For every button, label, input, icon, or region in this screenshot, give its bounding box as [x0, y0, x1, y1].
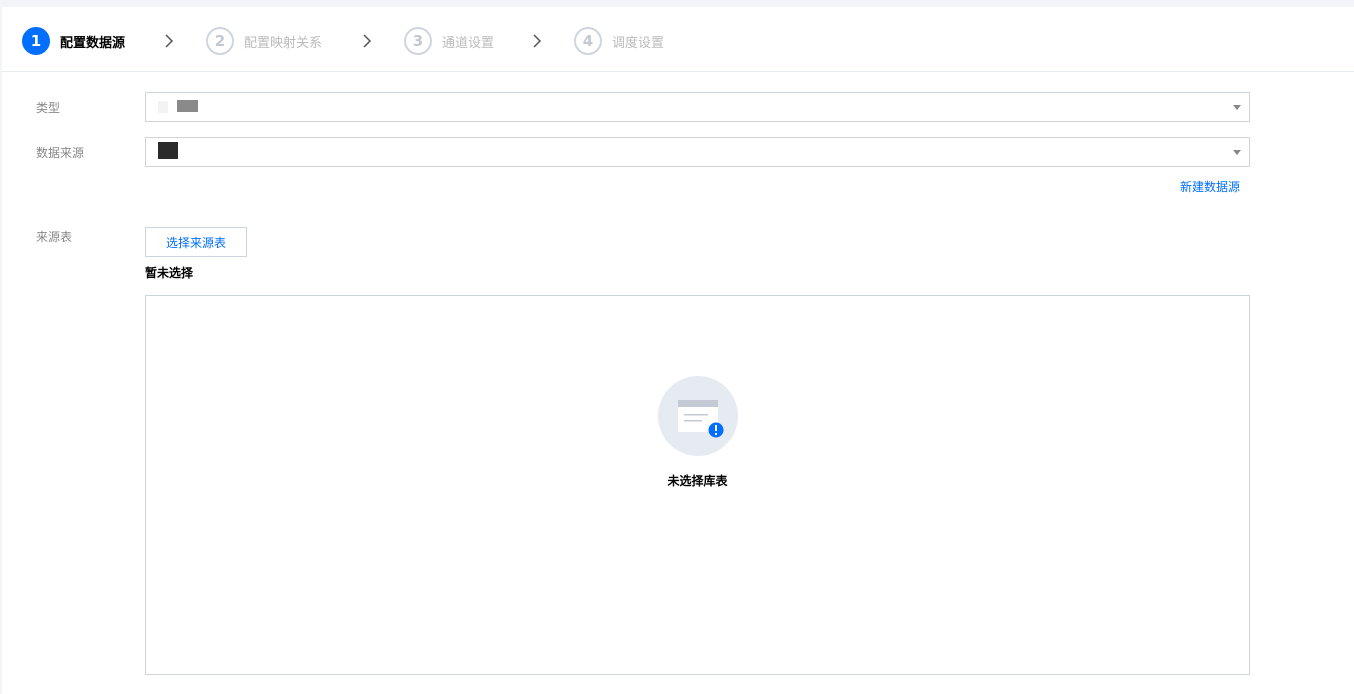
step-navigator: 1 配置数据源 2 配置映射关系 3 通道设置 4 调度设置 — [2, 7, 1354, 72]
step-4[interactable]: 4 调度设置 — [574, 27, 664, 55]
step-2-number: 2 — [206, 27, 234, 55]
source-table-label: 来源表 — [36, 230, 73, 244]
source-table-panel: 未选择库表 — [145, 295, 1250, 675]
empty-state-text: 未选择库表 — [667, 474, 728, 488]
step-1-label: 配置数据源 — [60, 35, 126, 51]
chevron-right-icon — [161, 33, 177, 49]
data-source-select[interactable] — [145, 137, 1250, 167]
chevron-right-icon — [359, 33, 375, 49]
select-source-table-button[interactable]: 选择来源表 — [145, 227, 247, 257]
step-2[interactable]: 2 配置映射关系 — [206, 27, 322, 55]
redacted-value — [158, 101, 168, 113]
type-select[interactable] — [145, 92, 1250, 122]
step-3[interactable]: 3 通道设置 — [404, 27, 494, 55]
step-4-number: 4 — [574, 27, 602, 55]
step-1[interactable]: 1 配置数据源 — [22, 27, 125, 55]
redacted-value — [177, 100, 198, 112]
type-label: 类型 — [36, 101, 61, 115]
empty-table-icon — [658, 376, 738, 456]
data-source-label: 数据来源 — [36, 146, 85, 160]
caret-down-icon[interactable] — [1233, 105, 1241, 110]
page-container: 1 配置数据源 2 配置映射关系 3 通道设置 4 调度设置 类型 数据来源 新… — [2, 7, 1354, 694]
step-3-number: 3 — [404, 27, 432, 55]
chevron-right-icon — [529, 33, 545, 49]
selection-status: 暂未选择 — [145, 266, 194, 280]
step-2-label: 配置映射关系 — [244, 35, 323, 51]
caret-down-icon[interactable] — [1233, 150, 1241, 155]
redacted-value — [158, 142, 178, 159]
step-3-label: 通道设置 — [442, 35, 495, 51]
step-4-label: 调度设置 — [612, 35, 665, 51]
step-1-number: 1 — [22, 27, 50, 55]
new-data-source-link[interactable]: 新建数据源 — [1180, 178, 1240, 195]
